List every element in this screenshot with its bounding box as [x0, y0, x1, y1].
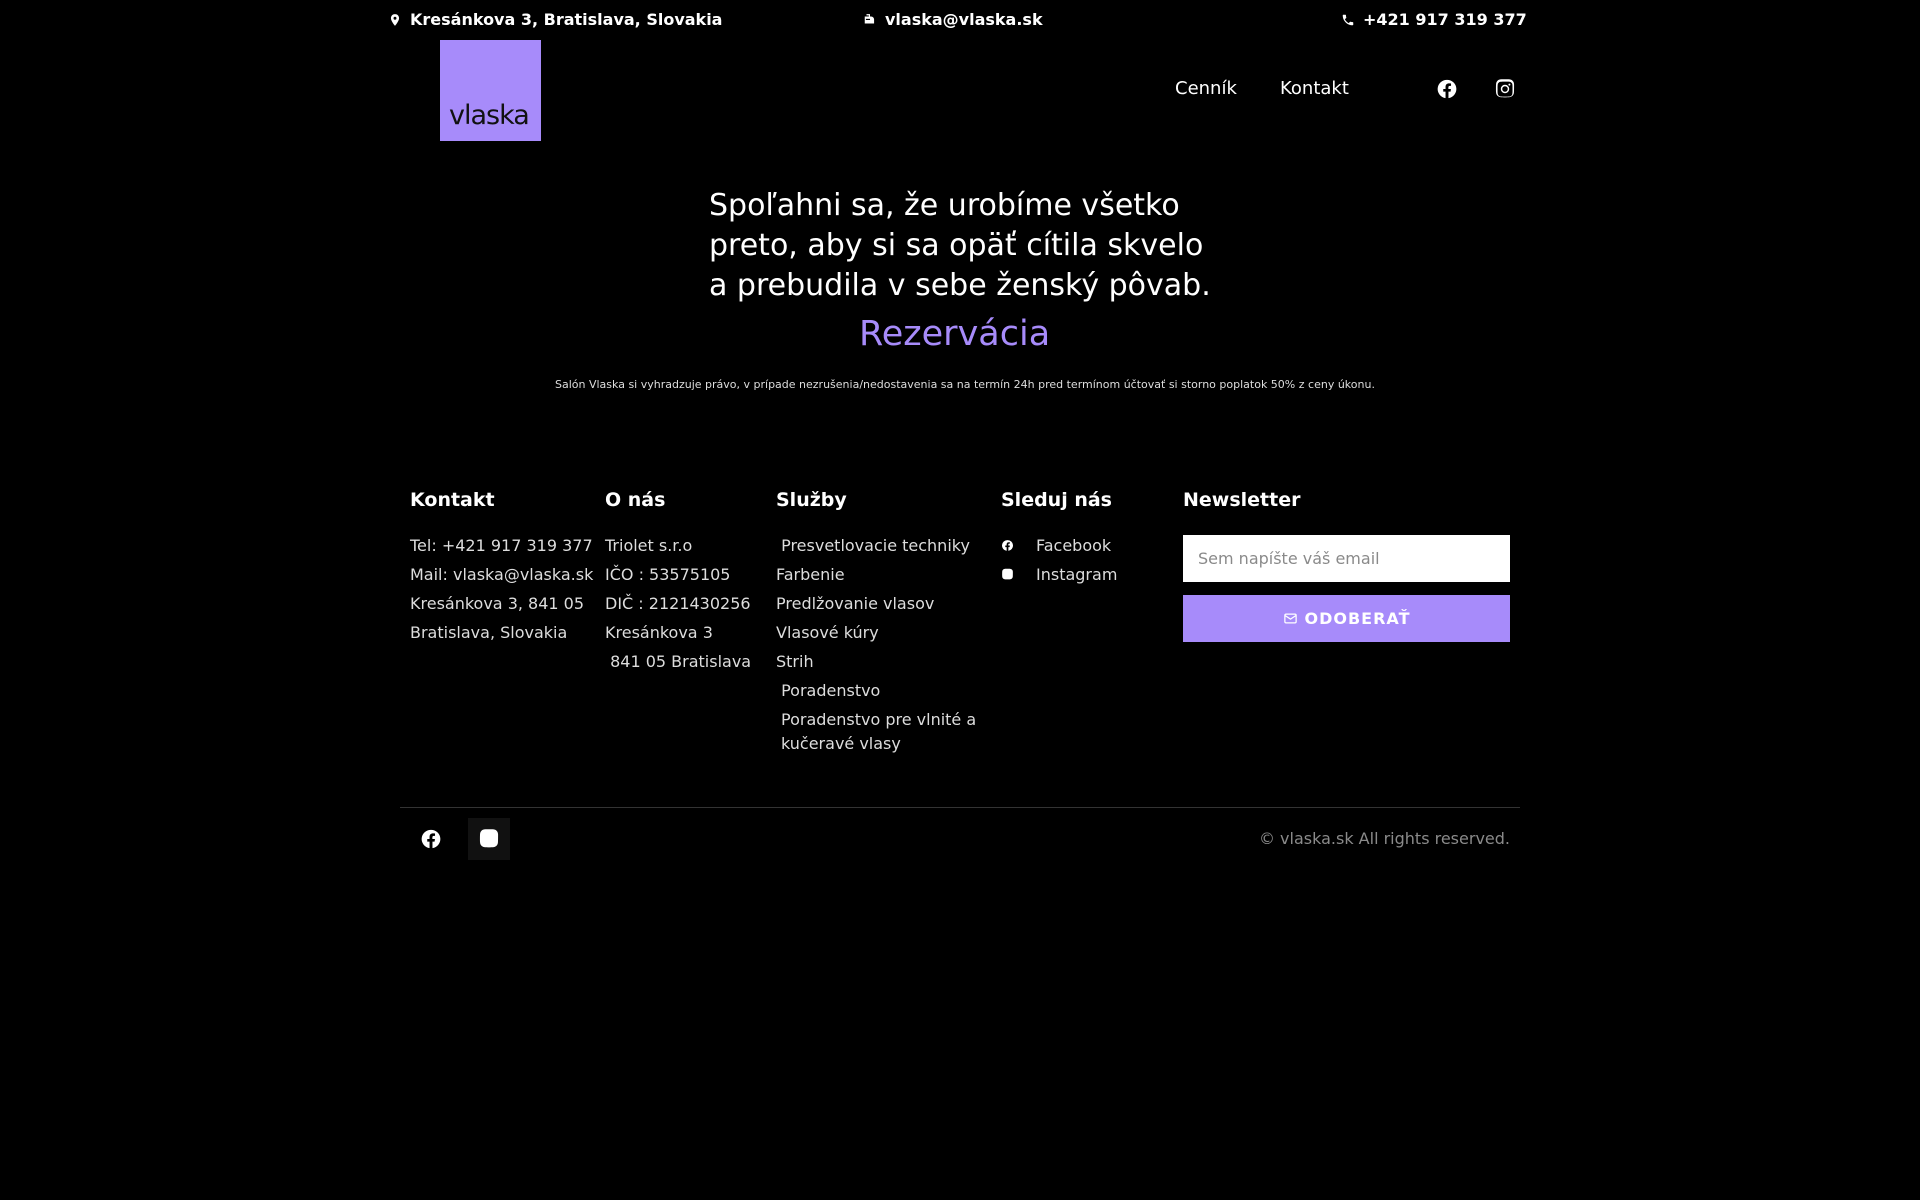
- footer-instagram-label[interactable]: Instagram: [1036, 560, 1117, 589]
- newsletter-subscribe-label: ODOBERAŤ: [1304, 609, 1411, 628]
- footer-services-heading: Služby: [776, 489, 847, 511]
- footer-contact-street: Kresánkova 3, 841 05: [410, 594, 585, 613]
- footer-contact-mail[interactable]: Mail: vlaska@vlaska.sk: [410, 560, 600, 589]
- footer-contact-heading: Kontakt: [410, 489, 495, 511]
- newsletter-subscribe-button[interactable]: ODOBERAŤ: [1183, 595, 1510, 642]
- mailbox-icon: [864, 13, 875, 23]
- newsletter-email-input[interactable]: [1183, 535, 1510, 582]
- topbar-email[interactable]: vlaska@vlaska.sk: [863, 10, 1043, 29]
- nav-link-kontakt[interactable]: Kontakt: [1280, 78, 1349, 99]
- topbar-email-text[interactable]: vlaska@vlaska.sk: [885, 10, 1043, 29]
- envelope-icon: [1283, 613, 1297, 624]
- footer-service-link[interactable]: Poradenstvo pre vlnité a kučeravé vlasy: [776, 705, 991, 758]
- location-pin-icon: [390, 13, 400, 26]
- header-instagram-link[interactable]: [1494, 78, 1516, 104]
- hero-line-2: preto, aby si sa opäť cítila skvelo: [709, 228, 1204, 263]
- footer-facebook-label[interactable]: Facebook: [1036, 531, 1111, 560]
- footer-divider: [400, 807, 1520, 808]
- hero-line-1: Spoľahni sa, že urobíme všetko: [709, 188, 1180, 223]
- facebook-icon: [1001, 540, 1014, 551]
- topbar-phone[interactable]: +421 917 319 377: [1341, 10, 1527, 29]
- footer-service-link[interactable]: Vlasové kúry: [776, 618, 991, 647]
- footer-newsletter-heading: Newsletter: [1183, 489, 1301, 511]
- footer-contact-city: Bratislava, Slovakia: [410, 623, 568, 642]
- footer-about-item: Kresánkova 3: [605, 623, 713, 642]
- topbar-phone-text[interactable]: +421 917 319 377: [1363, 10, 1527, 29]
- footer-instagram-link[interactable]: Instagram: [1001, 560, 1161, 589]
- footer-service-link[interactable]: Presvetlovacie techniky: [776, 531, 991, 560]
- footer-contact-phone[interactable]: Tel: +421 917 319 377: [410, 531, 600, 560]
- topbar-address-text: Kresánkova 3, Bratislava, Slovakia: [410, 10, 723, 29]
- footer-about-item: Triolet s.r.o: [605, 536, 693, 555]
- logo[interactable]: vlaska: [440, 40, 541, 141]
- phone-icon: [1342, 14, 1354, 25]
- bottom-facebook-link[interactable]: [410, 818, 452, 860]
- footer-about-list: Triolet s.r.o IČO : 53575105 DIČ : 21214…: [605, 531, 765, 676]
- footer-about-item: 841 05 Bratislava: [605, 652, 752, 671]
- footer-service-link[interactable]: Poradenstvo: [776, 676, 991, 705]
- footer-about-heading: O nás: [605, 489, 666, 511]
- footer-follow-heading: Sleduj nás: [1001, 489, 1112, 511]
- instagram-icon: [1002, 568, 1013, 580]
- footer-about-item: IČO : 53575105: [605, 565, 731, 584]
- hero-headline: Spoľahni sa, že urobíme všetko preto, ab…: [709, 186, 1269, 306]
- header-facebook-link[interactable]: [1436, 78, 1458, 104]
- facebook-icon: [421, 829, 441, 849]
- cancellation-disclaimer: Salón Vlaska si vyhradzuje právo, v príp…: [555, 378, 1375, 391]
- topbar-address: Kresánkova 3, Bratislava, Slovakia: [388, 10, 722, 29]
- copyright-text: © vlaska.sk All rights reserved.: [1258, 829, 1510, 848]
- facebook-icon: [1437, 79, 1457, 99]
- footer-contact-list: Tel: +421 917 319 377 Mail: vlaska@vlask…: [410, 531, 600, 647]
- footer-about-item: DIČ : 2121430256: [605, 594, 751, 613]
- footer-follow-list: Facebook Instagram: [1001, 531, 1161, 589]
- nav-link-cennik[interactable]: Cenník: [1175, 78, 1237, 99]
- instagram-icon: [1495, 79, 1515, 98]
- footer-service-link[interactable]: Strih: [776, 647, 991, 676]
- hero-line-3: a prebudila v sebe ženský pôvab.: [709, 268, 1211, 303]
- instagram-icon: [479, 829, 499, 848]
- logo-text: vlaska: [449, 100, 530, 131]
- footer-service-link[interactable]: Predlžovanie vlasov: [776, 589, 991, 618]
- footer-services-list: Presvetlovacie techniky Farbenie Predlžo…: [776, 531, 991, 758]
- footer-facebook-link[interactable]: Facebook: [1001, 531, 1161, 560]
- reservation-link[interactable]: Rezervácia: [859, 314, 1050, 354]
- footer-service-link[interactable]: Farbenie: [776, 560, 991, 589]
- bottom-instagram-link[interactable]: [468, 818, 510, 860]
